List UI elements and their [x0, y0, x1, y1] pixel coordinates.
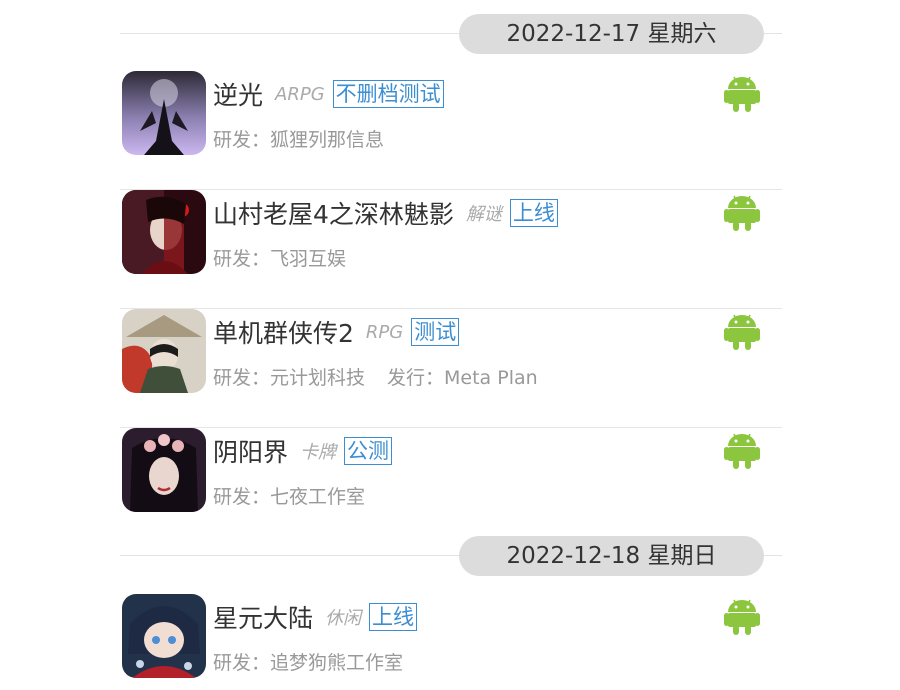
game-item[interactable]: 星元大陆 休闲 上线 研发：追梦狗熊工作室: [120, 594, 782, 684]
game-item[interactable]: 单机群侠传2 RPG 测试 研发：元计划科技 发行：Meta Plan: [120, 309, 782, 428]
game-name[interactable]: 山村老屋4之深林魅影: [213, 195, 454, 231]
status-badge: 上线: [509, 199, 558, 227]
developer-info: 研发：追梦狗熊工作室: [213, 648, 403, 675]
developer-info: 研发：飞羽互娱: [213, 244, 346, 271]
game-item[interactable]: 山村老屋4之深林魅影 解谜 上线 研发：飞羽互娱: [120, 190, 782, 309]
developer: 研发：飞羽互娱: [213, 248, 347, 270]
title-line: 逆光 ARPG 不删档测试: [213, 77, 444, 111]
game-genre: 解谜: [465, 204, 502, 225]
title-line: 单机群侠传2 RPG 测试: [213, 314, 460, 350]
game-item[interactable]: 阴阳界 卡牌 公测 研发：七夜工作室: [120, 428, 782, 528]
game-cover-image[interactable]: [122, 428, 206, 512]
game-item[interactable]: 逆光 ARPG 不删档测试 研发：狐狸列那信息: [120, 71, 782, 190]
developer-info: 研发：狐狸列那信息: [213, 125, 384, 152]
game-cover-image[interactable]: [122, 594, 206, 678]
game-genre: 卡牌: [300, 442, 337, 463]
date-label: 2022-12-17 星期六: [459, 14, 764, 54]
status-badge: 不删档测试: [332, 80, 444, 108]
game-cover-image[interactable]: [122, 309, 206, 393]
android-icon[interactable]: [724, 192, 760, 232]
developer: 研发：元计划科技: [213, 367, 366, 389]
android-icon[interactable]: [724, 430, 760, 470]
game-genre: ARPG: [275, 83, 325, 105]
status-badge: 公测: [344, 437, 393, 465]
game-cover-image[interactable]: [122, 190, 206, 274]
game-cover-image[interactable]: [122, 71, 206, 155]
game-genre: 休闲: [325, 608, 362, 629]
title-line: 阴阳界 卡牌 公测: [213, 433, 393, 469]
developer: 研发：七夜工作室: [213, 486, 366, 508]
status-badge: 上线: [369, 603, 418, 631]
publisher: 发行：Meta Plan: [387, 367, 538, 389]
developer-info: 研发：元计划科技 发行：Meta Plan: [213, 363, 538, 390]
developer: 研发：追梦狗熊工作室: [213, 652, 404, 674]
android-icon[interactable]: [724, 596, 760, 636]
date-label: 2022-12-18 星期日: [459, 536, 764, 576]
game-genre: RPG: [365, 321, 404, 343]
game-name[interactable]: 阴阳界: [213, 433, 288, 469]
date-divider: 2022-12-17 星期六: [120, 12, 782, 56]
android-icon[interactable]: [724, 73, 760, 113]
developer-info: 研发：七夜工作室: [213, 482, 365, 509]
title-line: 星元大陆 休闲 上线: [213, 599, 418, 635]
game-calendar: 2022-12-17 星期六 逆光 ARPG 不删档测试 研发：狐狸列那信息 山…: [0, 0, 900, 690]
game-name[interactable]: 星元大陆: [213, 599, 313, 635]
date-divider: 2022-12-18 星期日: [120, 534, 782, 578]
status-badge: 测试: [411, 318, 460, 346]
game-name[interactable]: 逆光: [213, 76, 263, 112]
title-line: 山村老屋4之深林魅影 解谜 上线: [213, 196, 558, 230]
game-name[interactable]: 单机群侠传2: [213, 314, 354, 350]
android-icon[interactable]: [724, 311, 760, 351]
developer: 研发：狐狸列那信息: [213, 129, 385, 151]
